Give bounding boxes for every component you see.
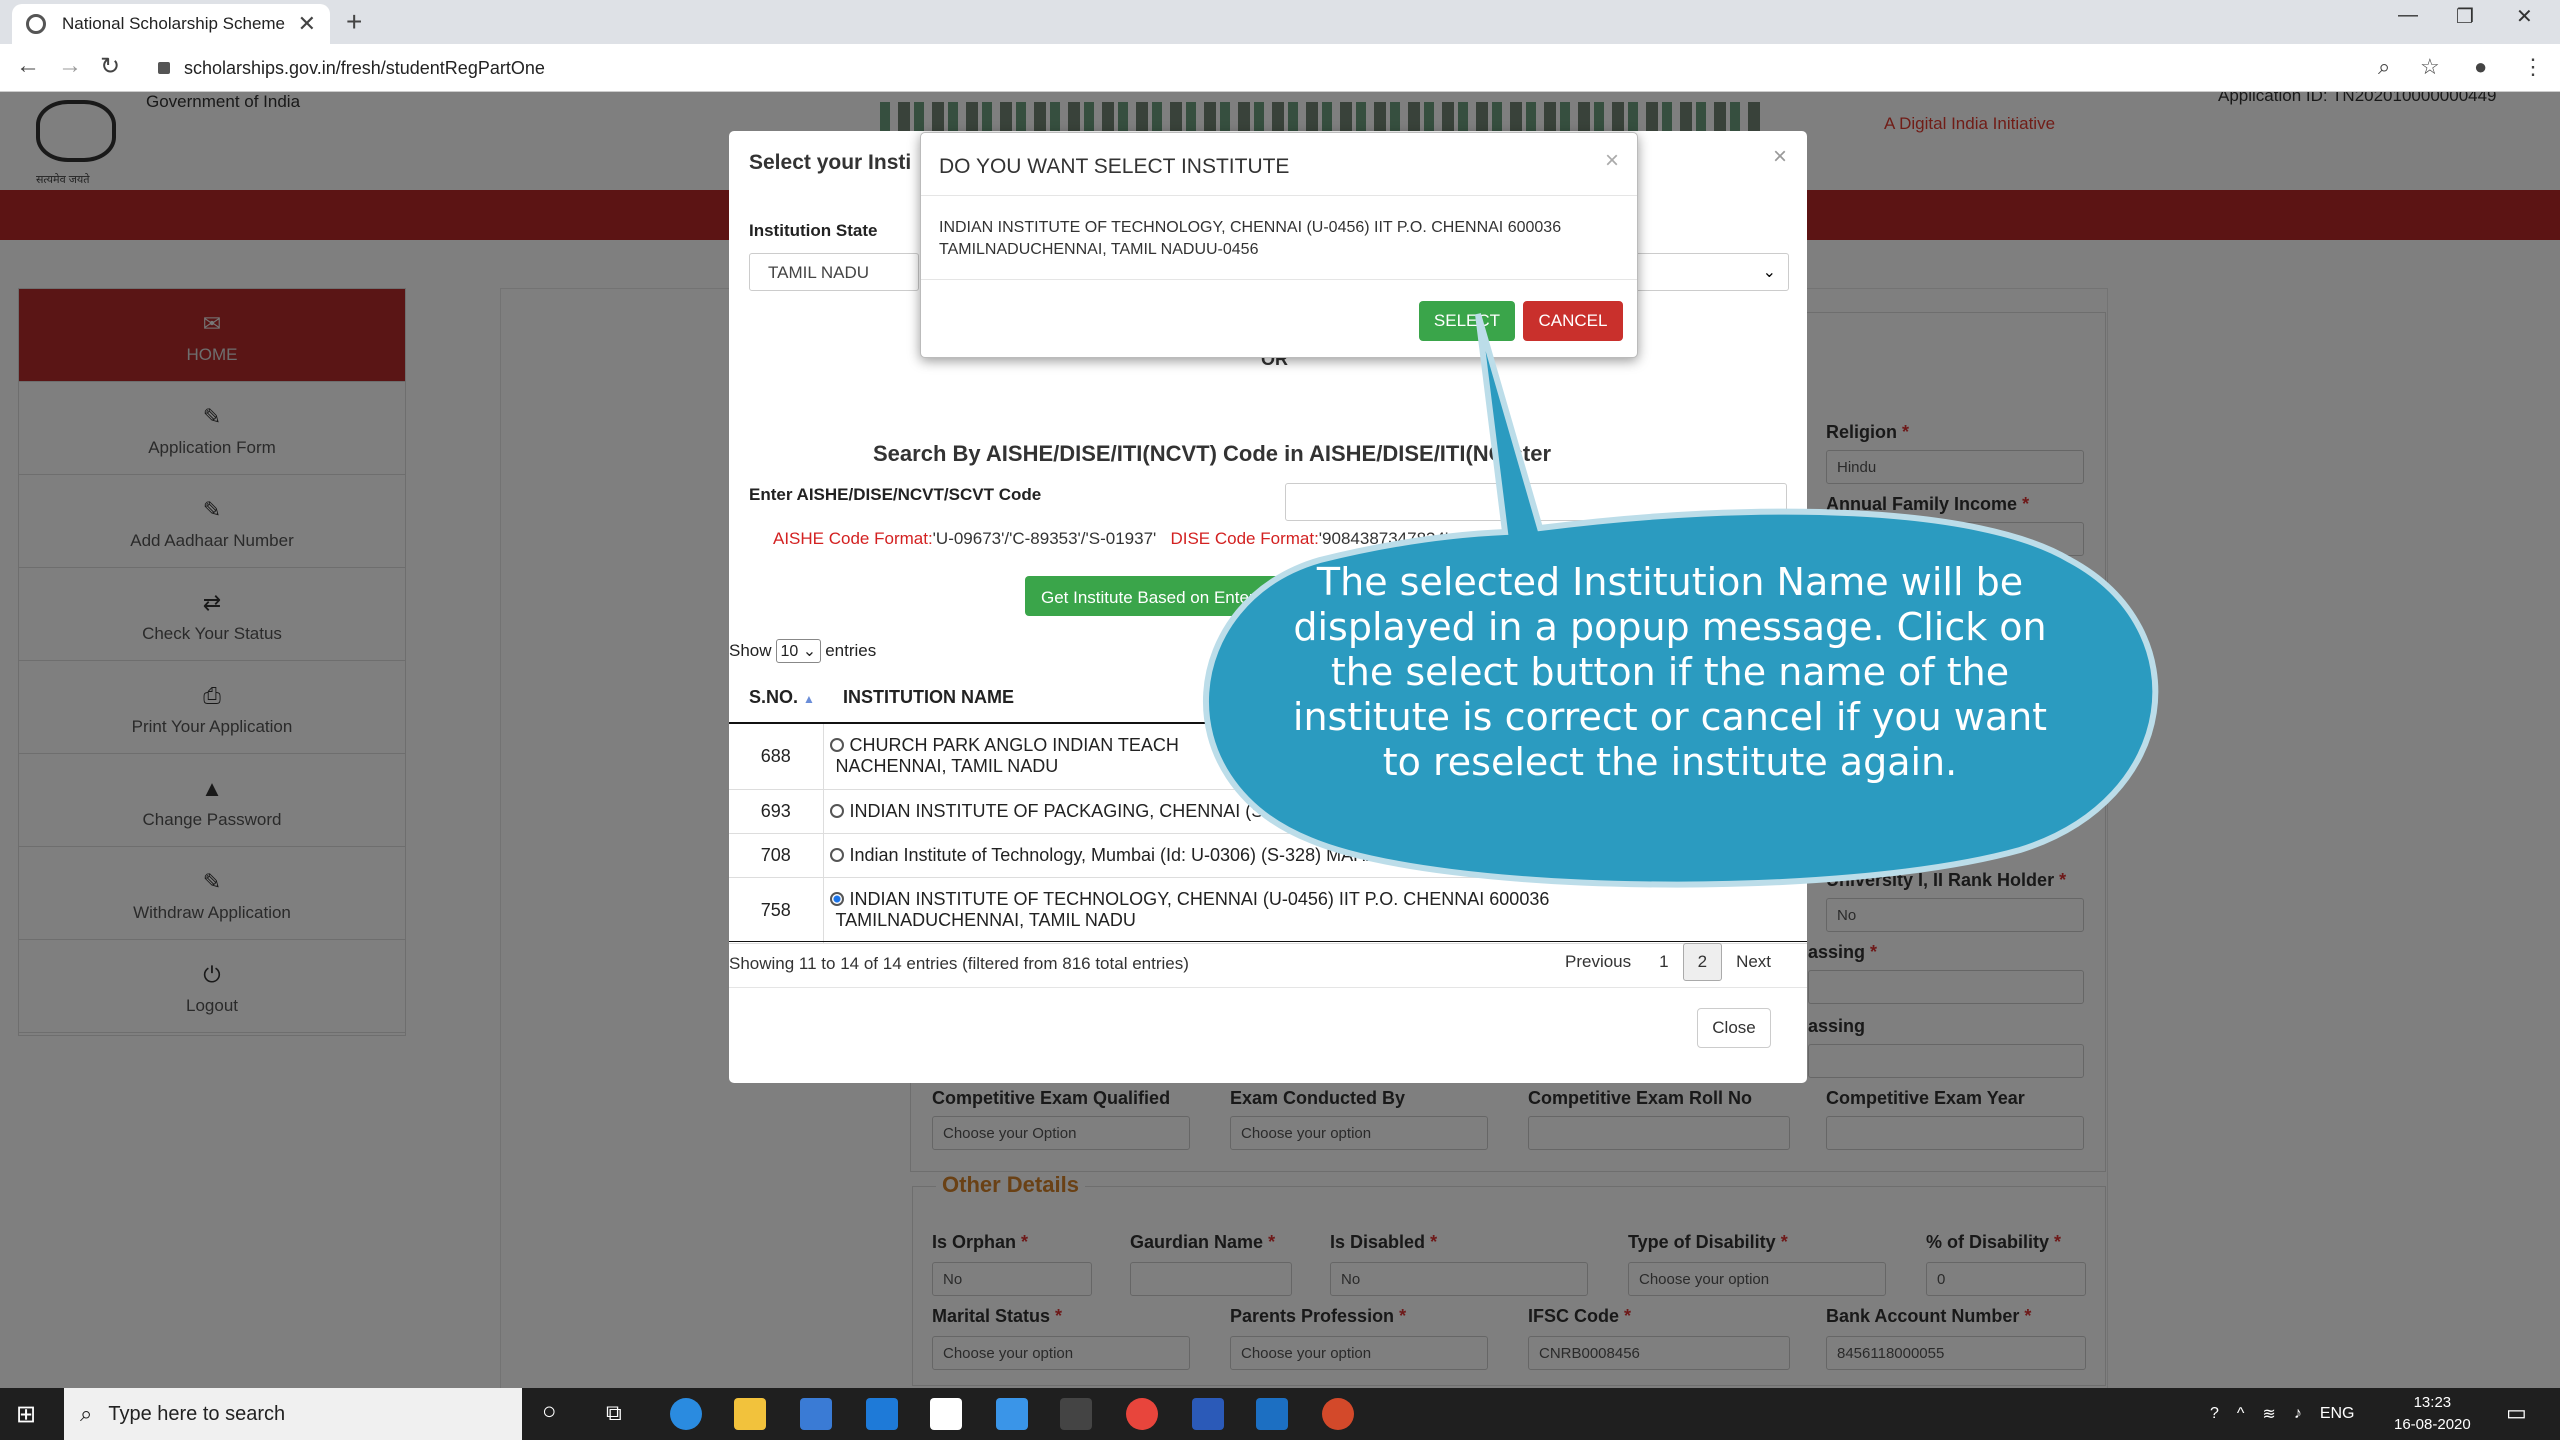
state-select[interactable]: TAMIL NADU	[749, 253, 919, 291]
volume-icon[interactable]: ♪	[2294, 1405, 2302, 1423]
chevron-down-icon: ⌄	[1762, 264, 1776, 281]
profile-icon[interactable]: ●	[2474, 54, 2487, 80]
zoom-icon[interactable]: ⌕	[2378, 54, 2390, 80]
code-label: Enter AISHE/DISE/NCVT/SCVT Code	[749, 485, 1042, 504]
modal-title: Select your Insti	[749, 151, 912, 174]
mail-icon[interactable]	[866, 1398, 898, 1430]
browser-tab[interactable]: National Scholarship Scheme ✕	[12, 4, 330, 44]
close-icon[interactable]: ×	[1605, 147, 1619, 175]
divider	[921, 279, 1637, 280]
chevron-up-icon[interactable]: ^	[2237, 1405, 2245, 1423]
amazon-icon[interactable]	[930, 1398, 962, 1430]
taskbar-search[interactable]: ⌕ Type here to search	[64, 1388, 522, 1440]
code-input[interactable]	[1285, 483, 1787, 521]
institution-radio[interactable]	[829, 738, 844, 753]
address-bar[interactable]: scholarships.gov.in/fresh/studentRegPart…	[140, 51, 2380, 85]
chrome-icon[interactable]	[1126, 1398, 1158, 1430]
code-format-hint: AISHE Code Format:'U-09673'/'C-89353'/'S…	[773, 529, 1449, 548]
pagination: Previous 1 2 Next	[1551, 943, 1785, 981]
close-tab-icon[interactable]: ✕	[298, 11, 316, 37]
state-label: Institution State	[749, 221, 878, 240]
cortana-icon[interactable]: ○	[542, 1398, 557, 1426]
restore-icon[interactable]: ❐	[2456, 4, 2474, 29]
url-text: scholarships.gov.in/fresh/studentRegPart…	[184, 57, 545, 78]
new-tab-icon[interactable]: +	[346, 6, 362, 38]
table-row[interactable]: 758 INDIAN INSTITUTE OF TECHNOLOGY, CHEN…	[729, 877, 1807, 944]
file-explorer-icon[interactable]	[734, 1398, 766, 1430]
search-heading: Search By AISHE/DISE/ITI(NCVT) Code in A…	[873, 441, 1552, 466]
table-bottom-rule	[729, 941, 1807, 942]
footer-divider	[729, 987, 1807, 988]
institution-radio[interactable]	[829, 847, 844, 862]
entries-select[interactable]: 10 ⌄	[775, 639, 822, 663]
tab-title: National Scholarship Scheme	[62, 14, 286, 33]
page-2-button[interactable]: 2	[1682, 943, 1723, 981]
language-indicator[interactable]: ENG	[2320, 1405, 2355, 1423]
entries-length: Show 10 ⌄ entries	[729, 639, 876, 663]
task-view-icon[interactable]: ⧉	[606, 1400, 622, 1426]
notifications-icon[interactable]: ▭	[2506, 1400, 2527, 1426]
institution-radio[interactable]	[829, 803, 844, 818]
table-row[interactable]: 708 Indian Institute of Technology, Mumb…	[729, 833, 1807, 878]
store-icon[interactable]	[800, 1398, 832, 1430]
reload-icon[interactable]: ↻	[100, 52, 120, 81]
table-info: Showing 11 to 14 of 14 entries (filtered…	[729, 954, 1189, 973]
star-icon[interactable]: ☆	[2420, 54, 2440, 80]
clock[interactable]: 13:23 16-08-2020	[2394, 1392, 2471, 1436]
menu-icon[interactable]: ⋮	[2522, 54, 2544, 80]
confirm-dialog: DO YOU WANT SELECT INSTITUTE × INDIAN IN…	[920, 132, 1638, 358]
close-button[interactable]: Close	[1697, 1008, 1771, 1048]
system-tray: ? ^ ≋ ♪ ENG	[2210, 1388, 2355, 1440]
network-icon[interactable]: ≋	[2262, 1404, 2275, 1424]
confirm-title: DO YOU WANT SELECT INSTITUTE	[939, 155, 1290, 178]
search-icon: ⌕	[80, 1401, 93, 1426]
photos-icon[interactable]	[1256, 1398, 1288, 1430]
callout-text: The selected Institution Name will be di…	[1292, 560, 2048, 784]
institution-radio-selected[interactable]	[829, 892, 844, 906]
close-icon[interactable]: ×	[1773, 143, 1787, 171]
next-page-button[interactable]: Next	[1722, 944, 1785, 980]
col-sno[interactable]: S.NO. ▲	[729, 673, 823, 724]
globe-icon	[26, 14, 46, 34]
close-window-icon[interactable]: ✕	[2516, 4, 2533, 29]
page-1-button[interactable]: 1	[1645, 944, 1682, 980]
table-row[interactable]: 693 INDIAN INSTITUTE OF PACKAGING, CHENN…	[729, 789, 1807, 834]
powerpoint-icon[interactable]	[1322, 1398, 1354, 1430]
dropbox-icon[interactable]	[996, 1398, 1028, 1430]
lock-icon	[158, 62, 170, 74]
word-icon[interactable]	[1192, 1398, 1224, 1430]
app-icon[interactable]	[1060, 1398, 1092, 1430]
confirm-message: INDIAN INSTITUTE OF TECHNOLOGY, CHENNAI …	[939, 219, 1562, 258]
edge-icon[interactable]	[670, 1398, 702, 1430]
browser-tabstrip	[0, 0, 2560, 44]
windows-start-icon[interactable]: ⊞	[16, 1400, 36, 1429]
divider	[921, 195, 1637, 196]
help-icon[interactable]: ?	[2210, 1405, 2219, 1423]
select-button[interactable]: SELECT	[1419, 301, 1515, 341]
cancel-button[interactable]: CANCEL	[1523, 301, 1623, 341]
institution-select[interactable]: ⌄	[1629, 253, 1789, 291]
forward-icon[interactable]: →	[58, 52, 82, 80]
minimize-icon[interactable]: —	[2398, 4, 2418, 27]
back-icon[interactable]: ←	[16, 52, 40, 80]
prev-page-button[interactable]: Previous	[1551, 944, 1645, 980]
